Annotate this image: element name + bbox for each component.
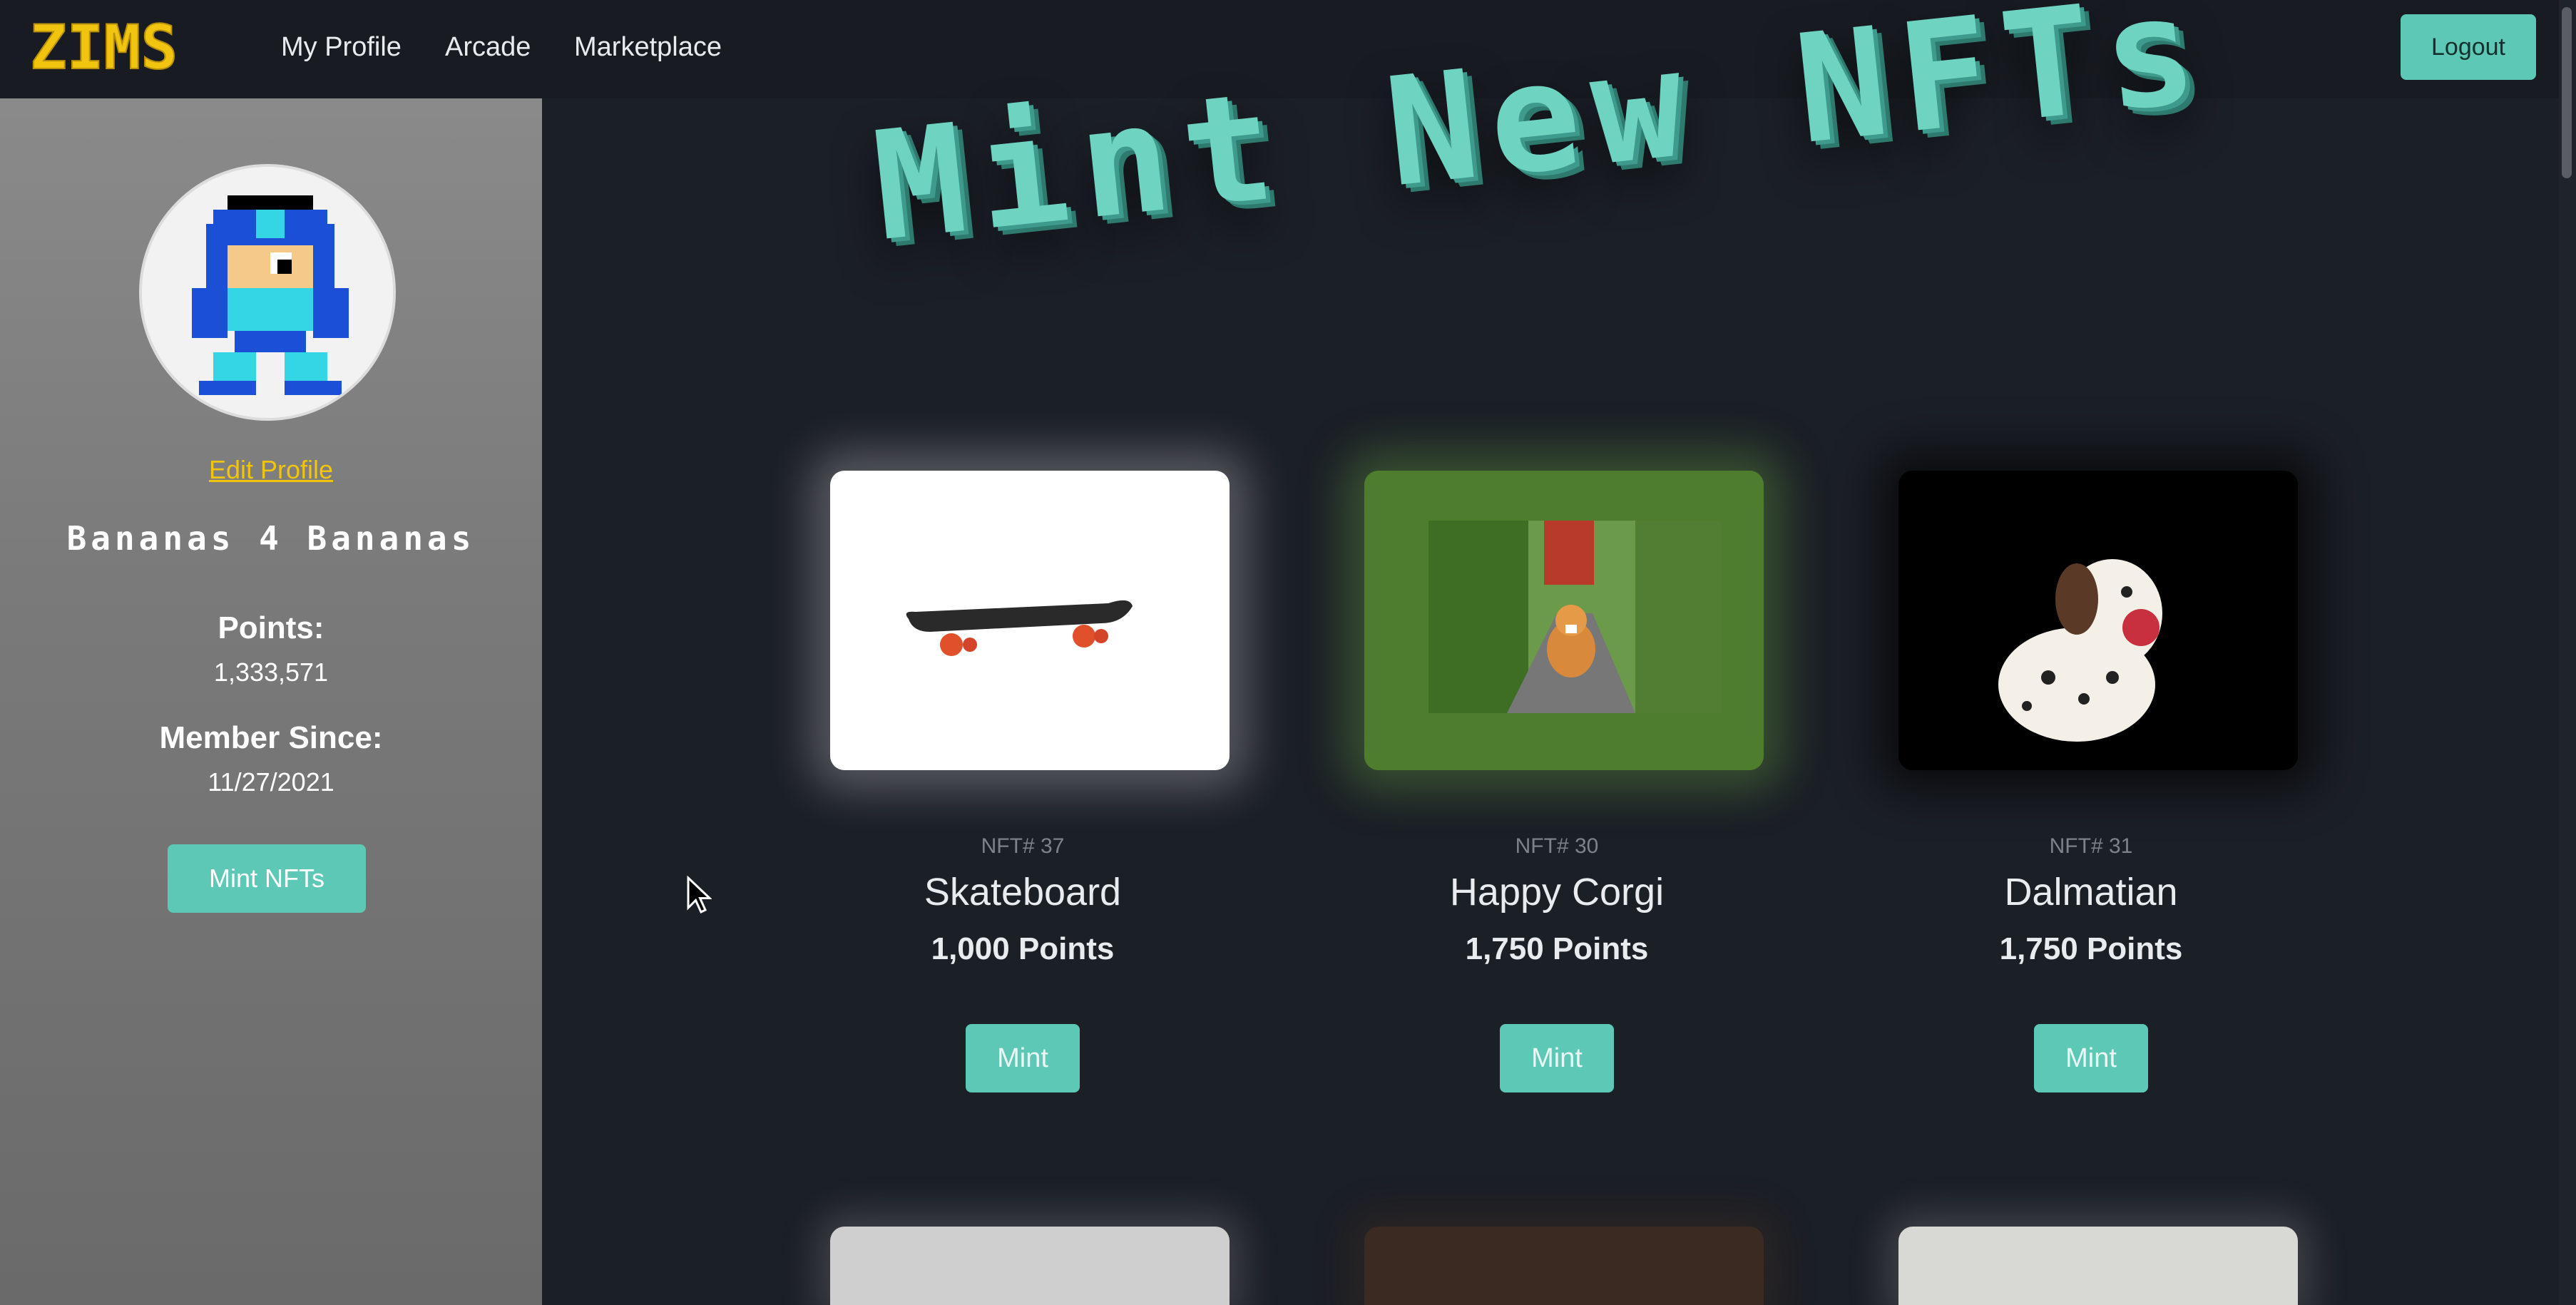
dalmatian-image [1898, 471, 2298, 770]
mint-button[interactable]: Mint [2034, 1024, 2148, 1092]
skateboard-image [906, 600, 1133, 656]
member-since-label: Member Since: [159, 720, 383, 755]
zims-logo[interactable]: ZIMS [30, 13, 237, 84]
nav-marketplace[interactable]: Marketplace [574, 27, 722, 67]
profile-sidebar: Edit Profile Bananas 4 Bananas Points: 1… [0, 98, 542, 1305]
mouse-cursor-icon [686, 875, 712, 918]
nft-card-peek [1364, 1227, 1764, 1305]
member-since-value: 11/27/2021 [208, 767, 334, 797]
nav-my-profile[interactable]: My Profile [281, 27, 402, 67]
scrollbar-thumb[interactable] [2562, 7, 2572, 178]
nft-number: NFT# 30 [1515, 834, 1599, 858]
nft-card-peek [830, 1227, 1230, 1305]
avatar [139, 164, 396, 421]
nav-arcade[interactable]: Arcade [445, 27, 531, 67]
nft-name: Dalmatian [2004, 871, 2178, 914]
nft-image-happy-corgi [1364, 471, 1764, 770]
edit-profile-link[interactable]: Edit Profile [0, 455, 542, 485]
page-scrollbar[interactable] [2559, 0, 2576, 1305]
nft-image-skateboard [830, 471, 1230, 770]
points-value: 1,333,571 [213, 657, 329, 687]
mint-nfts-button[interactable]: Mint NFTs [168, 844, 366, 913]
username: Bananas 4 Bananas [66, 519, 476, 558]
nft-card-peek [1898, 1227, 2298, 1305]
nft-image-dalmatian [1898, 471, 2298, 770]
logout-button[interactable]: Logout [2401, 14, 2536, 80]
nft-name: Happy Corgi [1449, 871, 1665, 914]
nft-points: 1,000 Points [931, 931, 1115, 966]
nft-number: NFT# 37 [981, 834, 1065, 858]
logo-text: ZIMS [30, 20, 178, 77]
nft-number: NFT# 31 [2049, 834, 2133, 858]
mint-button[interactable]: Mint [966, 1024, 1080, 1092]
nft-points: 1,750 Points [1465, 931, 1649, 966]
corgi-image [1364, 471, 1764, 770]
nft-points: 1,750 Points [1999, 931, 2183, 966]
nft-name: Skateboard [924, 871, 1122, 914]
megaman-avatar-icon [142, 167, 393, 418]
mint-button[interactable]: Mint [1500, 1024, 1614, 1092]
points-label: Points: [218, 610, 324, 645]
